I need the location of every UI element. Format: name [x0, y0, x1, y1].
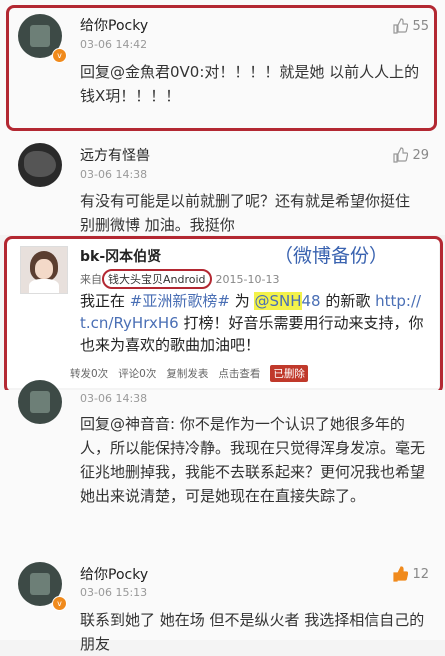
thumbs-up-icon [393, 566, 409, 582]
highlight-box [4, 236, 443, 394]
comment-text: 联系到她了 她在场 但不是纵火者 我选择相信自己的朋友 [80, 611, 425, 653]
avatar[interactable] [18, 143, 62, 187]
comment-item: v 给你Pocky 03-06 15:13 12 联系到她了 她在场 但不是纵火… [0, 552, 445, 653]
like-count: 12 [412, 566, 429, 582]
thumbs-up-icon [393, 147, 409, 163]
comment-author[interactable]: 远方有怪兽 [80, 145, 150, 165]
like-button[interactable]: 29 [392, 147, 429, 163]
comment-author[interactable]: 给你Pocky [80, 564, 148, 584]
avatar[interactable] [18, 380, 62, 424]
comment-item: 03-06 14:38 回复@神音音: 你不是作为一个认识了她很多年的人，所以能… [0, 380, 445, 552]
comment-time: 03-06 14:38 [80, 392, 148, 405]
highlight-box [6, 5, 437, 131]
like-count: 29 [412, 147, 429, 163]
comment-text: 回复@神音音: 你不是作为一个认识了她很多年的人，所以能保持冷静。我现在只觉得浑… [80, 415, 426, 505]
like-button[interactable]: 12 [392, 566, 429, 582]
comment-time: 03-06 15:13 [80, 586, 148, 599]
verified-badge-icon: v [52, 596, 67, 611]
comment-time: 03-06 14:38 [80, 168, 148, 181]
comment-text: 有没有可能是以前就删了呢？还有就是希望你挺住 别删微博 加油。我挺你 [80, 192, 411, 234]
comment-item: 远方有怪兽 03-06 14:38 29 有没有可能是以前就删了呢？还有就是希望… [0, 135, 445, 235]
